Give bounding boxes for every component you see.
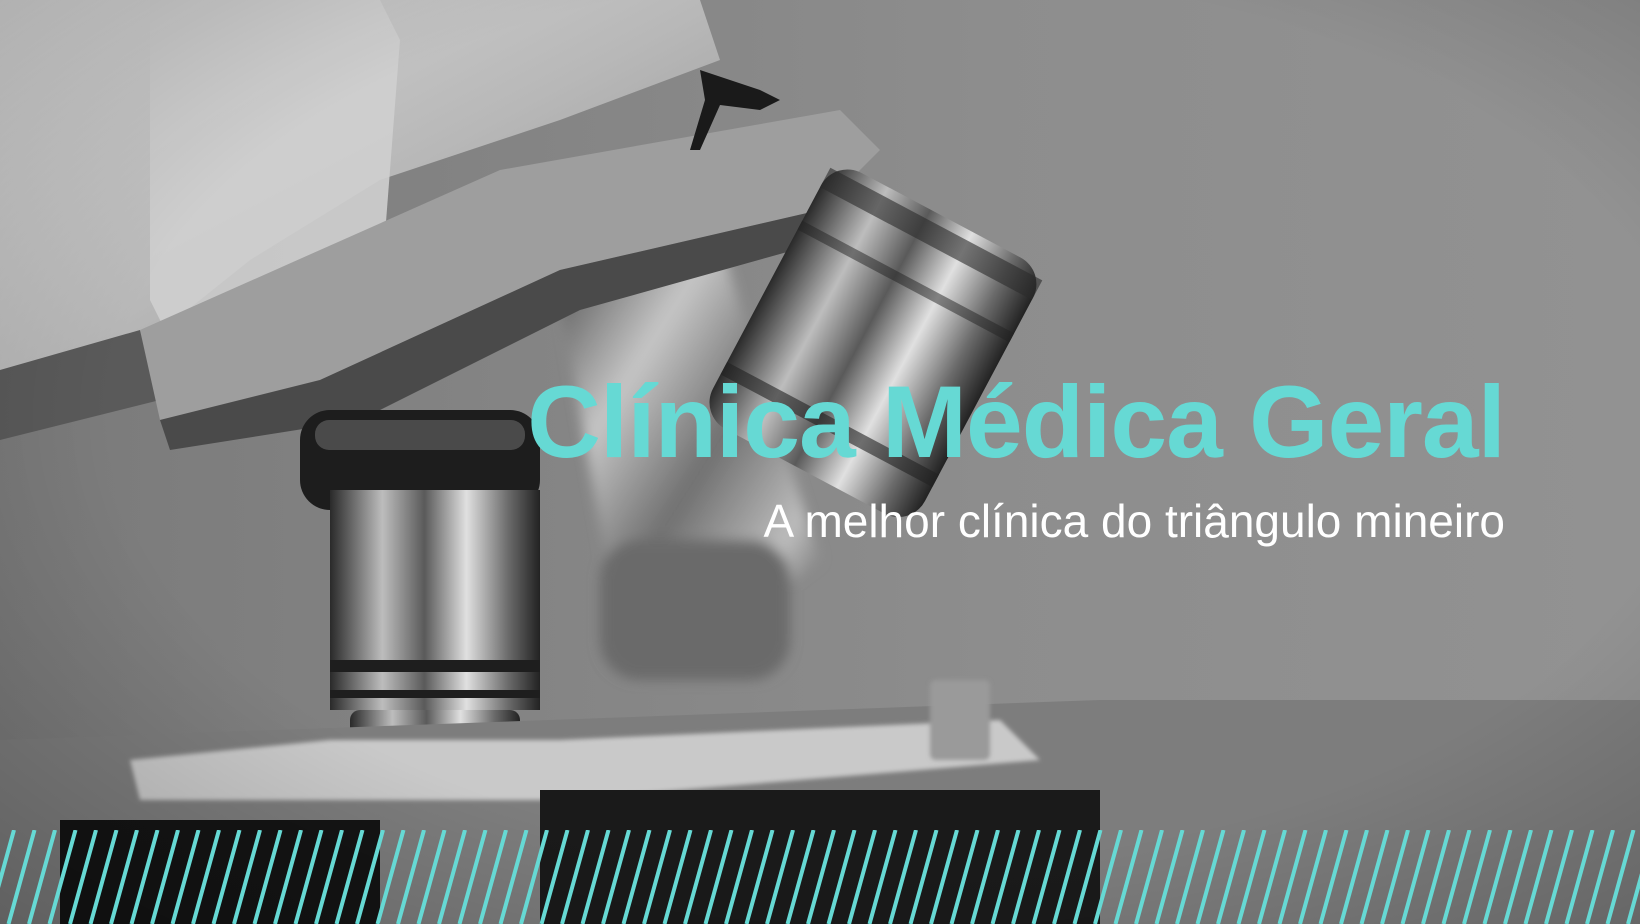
page-title: Clínica Médica Geral bbox=[527, 365, 1506, 479]
hero-text: Clínica Médica Geral A melhor clínica do… bbox=[527, 365, 1506, 548]
page-subtitle: A melhor clínica do triângulo mineiro bbox=[763, 495, 1505, 547]
diagonal-stripes-decoration bbox=[0, 830, 1640, 924]
hero-slide: Clínica Médica Geral A melhor clínica do… bbox=[0, 0, 1640, 924]
